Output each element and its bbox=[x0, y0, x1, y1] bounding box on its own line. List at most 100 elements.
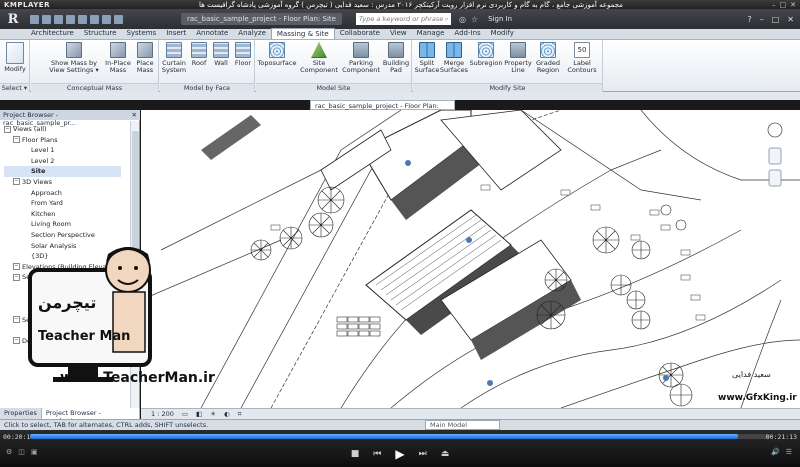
close-icon[interactable]: ✕ bbox=[787, 15, 794, 24]
eject-icon[interactable]: ⏏ bbox=[441, 449, 450, 459]
tree-item[interactable]: From Yard bbox=[4, 198, 121, 209]
maximize-icon[interactable]: □ bbox=[779, 1, 786, 9]
help-icon[interactable]: ? bbox=[747, 15, 751, 24]
tab-collaborate[interactable]: Collaborate bbox=[335, 28, 385, 39]
tree-item[interactable]: − Floor Plans bbox=[4, 135, 121, 146]
sun-path-icon[interactable]: ☀ bbox=[210, 409, 216, 419]
toposurface-button[interactable]: Toposurface bbox=[257, 42, 297, 67]
gfxking-fa: سعید فدایی bbox=[732, 370, 771, 379]
tab-systems[interactable]: Systems bbox=[121, 28, 161, 39]
close-icon[interactable]: ✕ bbox=[132, 111, 137, 119]
tree-item[interactable]: Level 1 bbox=[4, 145, 121, 156]
tree-item[interactable]: Section Perspective bbox=[4, 230, 121, 241]
merge-surfaces-button[interactable]: Merge Surfaces bbox=[440, 42, 468, 74]
place-mass-button[interactable]: Place Mass bbox=[133, 42, 157, 74]
stop-icon[interactable]: ■ bbox=[351, 449, 360, 459]
toposurface-icon bbox=[269, 42, 285, 58]
maximize-icon[interactable]: □ bbox=[772, 15, 780, 24]
minimize-icon[interactable]: – bbox=[760, 15, 764, 24]
navigation-bar[interactable] bbox=[760, 120, 790, 240]
subregion-label: Subregion bbox=[469, 59, 503, 67]
star-icon[interactable]: ☆ bbox=[471, 15, 478, 24]
tab-structure[interactable]: Structure bbox=[79, 28, 122, 39]
tree-item-label: Kitchen bbox=[31, 209, 56, 218]
tab-architecture[interactable]: Architecture bbox=[26, 28, 79, 39]
in-place-mass-button[interactable]: In-Place Mass bbox=[105, 42, 131, 74]
select-dropdown[interactable]: Select ▾ bbox=[0, 83, 29, 92]
building-pad-button[interactable]: Building Pad bbox=[381, 42, 411, 74]
active-model-select[interactable]: Main Model bbox=[425, 420, 500, 430]
drawing-area[interactable] bbox=[141, 110, 800, 408]
tree-item[interactable]: − Views (all) bbox=[4, 124, 121, 135]
expand-toggle-icon[interactable]: − bbox=[13, 316, 20, 324]
label-contours-button[interactable]: 50 Label Contours bbox=[565, 42, 599, 74]
expand-toggle-icon[interactable]: − bbox=[13, 178, 20, 186]
tab-annotate[interactable]: Annotate bbox=[191, 28, 233, 39]
close-icon[interactable]: ✕ bbox=[790, 1, 796, 9]
volume-icon[interactable]: 🔊 bbox=[771, 448, 780, 456]
application-menu-button[interactable]: R bbox=[0, 9, 26, 29]
undo-icon[interactable] bbox=[54, 14, 63, 24]
print-icon[interactable] bbox=[78, 14, 87, 24]
save-icon[interactable] bbox=[42, 14, 51, 24]
measure-icon[interactable] bbox=[90, 14, 99, 24]
modify-label: Modify bbox=[4, 65, 26, 73]
tree-item[interactable]: Approach bbox=[4, 188, 121, 199]
minimize-icon[interactable]: – bbox=[772, 1, 776, 9]
tab-massing-site[interactable]: Massing & Site bbox=[270, 28, 335, 39]
tab-insert[interactable]: Insert bbox=[161, 28, 191, 39]
playlist-icon[interactable]: ☰ bbox=[786, 448, 792, 456]
tree-item[interactable]: −3D Views bbox=[4, 177, 121, 188]
show-mass-button[interactable]: Show Mass by View Settings ▾ bbox=[45, 42, 103, 74]
binoculars-icon[interactable]: ◎ bbox=[459, 15, 466, 24]
roof-button[interactable]: Roof bbox=[189, 42, 209, 67]
player-right-tools: 🔊 ☰ bbox=[771, 448, 792, 456]
curtain-system-button[interactable]: Curtain System bbox=[161, 42, 187, 74]
subregion-button[interactable]: Subregion bbox=[469, 42, 503, 67]
property-line-button[interactable]: Property Line bbox=[504, 42, 532, 74]
tree-item[interactable]: Level 2 bbox=[4, 156, 121, 167]
play-icon[interactable]: ▶ bbox=[395, 447, 404, 461]
next-icon[interactable]: ⏭ bbox=[419, 449, 427, 459]
tab-add-ins[interactable]: Add-Ins bbox=[449, 28, 485, 39]
expand-toggle-icon[interactable]: − bbox=[4, 125, 11, 133]
split-surface-button[interactable]: Split Surface bbox=[414, 42, 440, 74]
player-title: مجموعه آموزشی جامع ، گام به گام و کاربرد… bbox=[199, 0, 623, 9]
tab-modify[interactable]: Modify bbox=[486, 28, 519, 39]
site-component-button[interactable]: Site Component bbox=[299, 42, 339, 74]
tab-view[interactable]: View bbox=[385, 28, 412, 39]
place-mass-label: Place Mass bbox=[136, 59, 154, 74]
view-scale[interactable]: 1 : 200 bbox=[151, 409, 174, 419]
modify-button[interactable]: Modify bbox=[4, 42, 26, 73]
parking-component-button[interactable]: Parking Component bbox=[341, 42, 381, 74]
redo-icon[interactable] bbox=[66, 14, 75, 24]
floor-button[interactable]: Floor bbox=[232, 42, 254, 67]
3d-view-icon[interactable] bbox=[114, 14, 123, 24]
graded-region-button[interactable]: Graded Region bbox=[533, 42, 563, 74]
sign-in-button[interactable]: Sign In bbox=[488, 15, 512, 23]
open-icon[interactable] bbox=[30, 14, 39, 24]
player-window-controls[interactable]: – □ ✕ bbox=[772, 1, 796, 9]
tab-analyze[interactable]: Analyze bbox=[233, 28, 271, 39]
search-icon[interactable]: ⌕ bbox=[444, 15, 448, 24]
seek-bar[interactable] bbox=[30, 434, 770, 439]
tree-item[interactable]: Kitchen bbox=[4, 209, 121, 220]
expand-toggle-icon[interactable]: − bbox=[13, 337, 20, 345]
zoom-icon bbox=[768, 169, 782, 187]
tab-manage[interactable]: Manage bbox=[412, 28, 450, 39]
detail-level-icon[interactable]: ▭ bbox=[182, 409, 188, 419]
tree-item[interactable]: Living Room bbox=[4, 219, 121, 230]
expand-toggle-icon[interactable]: − bbox=[13, 273, 20, 281]
text-icon[interactable] bbox=[102, 14, 111, 24]
view-tab-site[interactable]: rac_basic_sample_project - Floor Plan: S… bbox=[310, 100, 455, 118]
search-input[interactable]: Type a keyword or phrase ⌕ bbox=[355, 13, 451, 25]
wall-button[interactable]: Wall bbox=[211, 42, 231, 67]
previous-icon[interactable]: ⏮ bbox=[373, 449, 381, 459]
revit-window-controls: ? – □ ✕ bbox=[747, 15, 800, 24]
tree-item[interactable]: Site bbox=[4, 166, 122, 177]
expand-toggle-icon[interactable]: − bbox=[13, 263, 20, 271]
shadows-icon[interactable]: ◐ bbox=[224, 409, 230, 419]
visual-style-icon[interactable]: ◧ bbox=[196, 409, 202, 419]
expand-toggle-icon[interactable]: − bbox=[13, 136, 20, 144]
crop-icon[interactable]: ⌗ bbox=[238, 409, 242, 419]
